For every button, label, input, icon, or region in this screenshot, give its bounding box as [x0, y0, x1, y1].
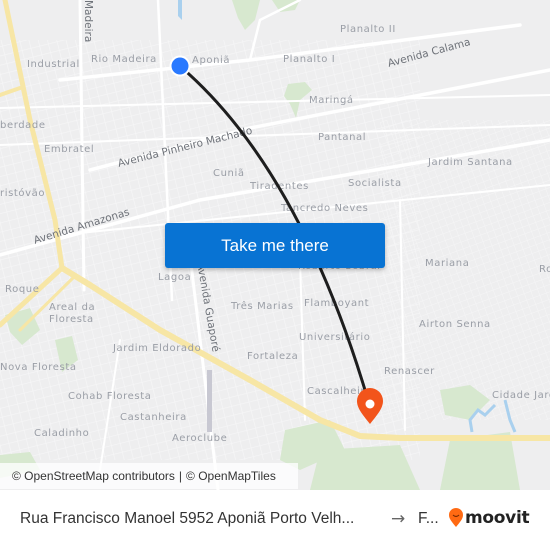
place-label-planalto-ii: Planalto II	[340, 24, 396, 35]
place-label-tancredo-neves: Tancredo Neves	[281, 203, 369, 214]
place-label-cunia: Cuniã	[213, 168, 245, 179]
map-view[interactable]: Industrial Rio Madeira Aponiã Planalto I…	[0, 0, 550, 490]
place-label-caladinho: Caladinho	[34, 428, 90, 439]
origin-stop-name: Rua Francisco Manoel 5952 Aponiã Porto V…	[20, 510, 355, 527]
place-label-cidade-jardim: Cidade Jardim	[492, 390, 550, 401]
place-label-cohab-floresta: Cohab Floresta	[68, 391, 152, 402]
place-label-lagoa: Lagoa	[158, 272, 192, 283]
place-label-aponia: Aponiã	[192, 55, 231, 66]
place-label-castanheira: Castanheira	[120, 412, 187, 423]
airstrip	[207, 370, 212, 432]
place-label-embratel: Embratel	[44, 144, 95, 155]
osm-attribution-link[interactable]: © OpenStreetMap contributors	[12, 469, 175, 483]
place-label-sao-cristovao: ristóvão	[0, 188, 46, 199]
place-label-tiradentes: Tiradentes	[250, 181, 309, 192]
place-label-universitario: Universitário	[299, 332, 371, 343]
place-label-planalto-i: Planalto I	[283, 54, 336, 65]
place-label-fortaleza: Fortaleza	[247, 351, 299, 362]
place-label-roque: Roque	[5, 284, 40, 295]
take-me-there-button[interactable]: Take me there	[165, 223, 385, 268]
place-label-ro: Ro	[539, 264, 550, 275]
place-label-pantanal: Pantanal	[318, 132, 367, 143]
place-label-cascalheira: Cascalheira	[307, 386, 372, 397]
destination-stop-name: F...	[418, 510, 439, 527]
place-label-airton-senna: Airton Senna	[419, 319, 491, 330]
place-label-flamboyant: Flamboyant	[304, 298, 370, 309]
place-label-liberdade: berdade	[0, 120, 46, 131]
place-label-areal-da: Areal da	[49, 302, 96, 313]
moovit-wordmark: moovit	[465, 508, 530, 528]
place-label-mariana: Mariana	[425, 258, 470, 269]
place-label-floresta: Floresta	[49, 314, 94, 325]
arrow-right-icon: →	[391, 509, 406, 529]
place-label-industrial: Industrial	[27, 59, 80, 70]
attribution-separator: |	[178, 469, 183, 483]
place-label-renascer: Renascer	[384, 366, 435, 377]
place-label-tres-marias: Três Marias	[231, 301, 294, 312]
moovit-pin-icon	[449, 508, 463, 527]
map-attribution: © OpenStreetMap contributors | © OpenMap…	[0, 463, 298, 489]
place-label-aeroclube: Aeroclube	[172, 433, 228, 444]
moovit-logo[interactable]: moovit	[449, 507, 530, 529]
place-label-nova-floresta: Nova Floresta	[0, 362, 77, 373]
place-label-rio-madeira: Rio Madeira	[91, 54, 157, 65]
place-label-jardim-santana: Jardim Santana	[428, 157, 513, 168]
street-label-madeira: Madeira	[82, 0, 94, 43]
place-label-jardim-eldorado: Jardim Eldorado	[113, 343, 202, 354]
place-label-socialista: Socialista	[348, 178, 402, 189]
openmaptiles-attribution-link[interactable]: © OpenMapTiles	[186, 469, 276, 483]
place-label-maringa: Maringá	[309, 95, 354, 106]
